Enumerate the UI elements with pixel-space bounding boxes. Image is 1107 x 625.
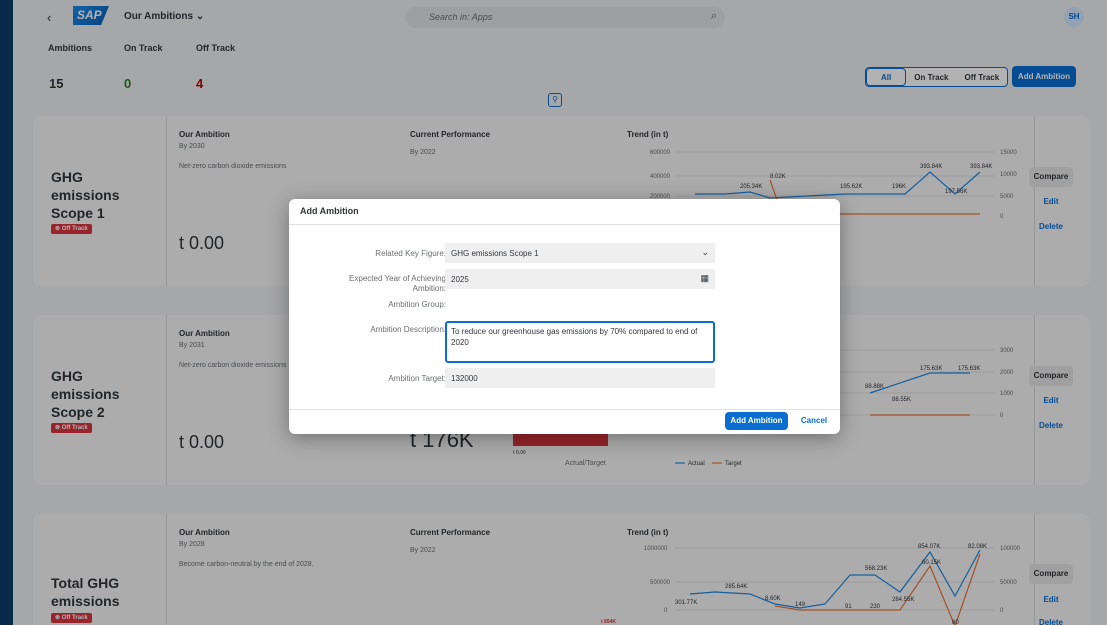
dialog-title: Add Ambition bbox=[300, 206, 359, 216]
year-label: Expected Year of Achieving Ambition: bbox=[349, 274, 446, 293]
target-value: 132000 bbox=[451, 374, 478, 383]
dialog-footer-divider bbox=[289, 409, 840, 410]
dialog-header-divider bbox=[289, 224, 840, 225]
related-key-figure-value: GHG emissions Scope 1 bbox=[451, 249, 539, 258]
target-input[interactable]: 132000 bbox=[445, 368, 715, 388]
add-ambition-dialog: Add Ambition Related Key Figure: GHG emi… bbox=[289, 199, 840, 434]
year-value: 2025 bbox=[451, 275, 469, 284]
chevron-down-icon[interactable]: ⌄ bbox=[701, 247, 709, 258]
related-key-figure-label: Related Key Figure: bbox=[375, 249, 446, 258]
target-label: Ambition Target: bbox=[388, 374, 446, 383]
related-key-figure-select[interactable]: GHG emissions Scope 1 ⌄ bbox=[445, 243, 715, 263]
year-date-picker[interactable]: 2025 ▦ bbox=[445, 269, 715, 289]
description-label: Ambition Description: bbox=[370, 325, 446, 334]
dialog-cancel-button[interactable]: Cancel bbox=[794, 412, 834, 430]
calendar-icon[interactable]: ▦ bbox=[700, 273, 709, 284]
app-frame: ‹ SAP Our Ambitions ⌄ Search in: Apps ⌕ … bbox=[13, 0, 1107, 625]
dialog-add-ambition-button[interactable]: Add Ambition bbox=[725, 412, 788, 430]
ambition-group-label: Ambition Group: bbox=[388, 300, 446, 309]
description-textarea[interactable]: To reduce our greenhouse gas emissions b… bbox=[445, 321, 715, 363]
